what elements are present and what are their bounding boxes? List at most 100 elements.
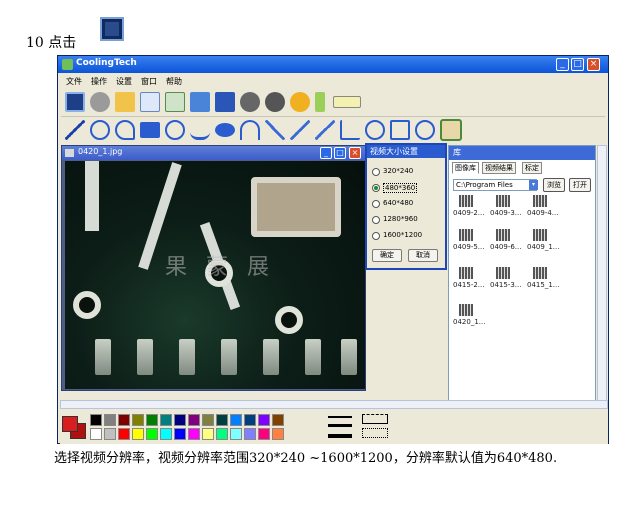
palette-swatch[interactable] [146,428,158,440]
ellipse-tool-icon[interactable] [215,123,235,137]
line-style-dotted[interactable] [362,428,388,438]
palette-swatch[interactable] [118,414,130,426]
tab-image-library[interactable]: 图像库 [452,162,479,174]
arc-tool-icon[interactable] [240,120,260,140]
palette-swatch[interactable] [202,414,214,426]
pause-icon[interactable] [240,92,260,112]
thumbnail-image[interactable] [459,229,473,241]
thumbnail-image[interactable] [459,195,473,207]
path-input[interactable]: C:\Program Files [453,179,537,191]
palette-swatch[interactable] [160,414,172,426]
angle2-tool-icon[interactable] [290,120,310,140]
zoom-tool-icon[interactable] [90,120,110,140]
thumbnail-image[interactable] [533,229,547,241]
line-style-dashed[interactable] [362,414,388,424]
ruler-vertical-icon[interactable] [315,92,325,112]
thumbnail-image[interactable] [496,229,510,241]
palette-swatch[interactable] [216,414,228,426]
palette-swatch[interactable] [174,414,186,426]
rectangle-tool-icon[interactable] [140,122,160,138]
thumbnail-image[interactable] [459,267,473,279]
browse-button[interactable]: 浏览 [543,178,565,192]
color-picker-icon[interactable] [440,119,462,141]
close-button[interactable]: × [587,58,600,71]
palette-swatch[interactable] [104,428,116,440]
thumbnail-image[interactable] [533,195,547,207]
palette-swatch[interactable] [202,428,214,440]
lasso-tool-icon[interactable] [115,120,135,140]
video-capture-icon[interactable] [65,92,85,112]
thumbnail-image[interactable] [496,195,510,207]
line-style-bold[interactable] [328,434,352,438]
minimize-button[interactable]: _ [556,58,569,71]
text-tool-icon[interactable] [390,120,410,140]
menu-operate[interactable]: 操作 [91,76,107,87]
image-maximize-button[interactable]: □ [334,147,346,159]
settings-wrench-icon[interactable] [290,92,310,112]
palette-swatch[interactable] [132,428,144,440]
cancel-button[interactable]: 取消 [408,249,438,262]
palette-swatch[interactable] [160,428,172,440]
save-icon[interactable] [215,92,235,112]
ok-button[interactable]: 确定 [372,249,402,262]
line-style-solid[interactable] [328,416,352,418]
thumbnail-image[interactable] [459,304,473,316]
swap-icon[interactable] [190,92,210,112]
menu-help[interactable]: 帮助 [166,76,182,87]
folder-open-icon[interactable] [115,92,135,112]
palette-swatch[interactable] [272,414,284,426]
palette-swatch[interactable] [258,428,270,440]
angle-tool-icon[interactable] [265,120,285,140]
camera-icon[interactable] [90,92,110,112]
radio-320x240[interactable] [372,168,380,176]
curve-tool-icon[interactable] [190,120,210,140]
palette-swatch[interactable] [146,414,158,426]
line-tool-icon[interactable] [65,120,85,140]
palette-swatch[interactable] [230,428,242,440]
radio-480x360[interactable] [372,184,380,192]
palette-swatch[interactable] [118,428,130,440]
tab-calibration[interactable]: 标定 [522,162,542,174]
horizontal-scrollbar[interactable] [60,400,608,409]
foreground-color-swatch[interactable] [62,416,78,432]
palette-swatch[interactable] [272,428,284,440]
option-label-1600x1200: 1600*1200 [383,231,423,239]
palette-swatch[interactable] [230,414,242,426]
line-style-thick[interactable] [328,424,352,427]
palette-swatch[interactable] [104,414,116,426]
measure-tool-icon[interactable] [315,120,335,140]
palette-swatch[interactable] [132,414,144,426]
palette-swatch[interactable] [90,414,102,426]
menu-file[interactable]: 文件 [66,76,82,87]
diameter-tool-icon[interactable] [365,120,385,140]
radio-640x480[interactable] [372,200,380,208]
image-minimize-button[interactable]: _ [320,147,332,159]
library-vertical-scrollbar[interactable] [597,145,607,402]
ruler-horizontal-icon[interactable] [333,96,361,108]
palette-swatch[interactable] [216,428,228,440]
circle-tool-icon[interactable] [165,120,185,140]
align-tool-icon[interactable] [415,120,435,140]
stop-icon[interactable] [265,92,285,112]
chevron-down-icon[interactable]: ▾ [529,180,538,190]
maximize-button[interactable]: □ [571,58,584,71]
angle3-tool-icon[interactable] [340,120,360,140]
thumbnail-image[interactable] [533,267,547,279]
menu-settings[interactable]: 设置 [116,76,132,87]
palette-swatch[interactable] [258,414,270,426]
palette-swatch[interactable] [244,428,256,440]
palette-swatch[interactable] [188,428,200,440]
radio-1280x960[interactable] [372,216,380,224]
palette-swatch[interactable] [244,414,256,426]
tab-video-results[interactable]: 视频结果 [482,162,516,174]
palette-swatch[interactable] [188,414,200,426]
open-button[interactable]: 打开 [569,178,591,192]
radio-1600x1200[interactable] [372,232,380,240]
edit-image-icon[interactable] [140,92,160,112]
menu-window[interactable]: 窗口 [141,76,157,87]
palette-swatch[interactable] [90,428,102,440]
export-icon[interactable] [165,92,185,112]
thumbnail-image[interactable] [496,267,510,279]
palette-swatch[interactable] [174,428,186,440]
image-close-button[interactable]: × [349,147,361,159]
